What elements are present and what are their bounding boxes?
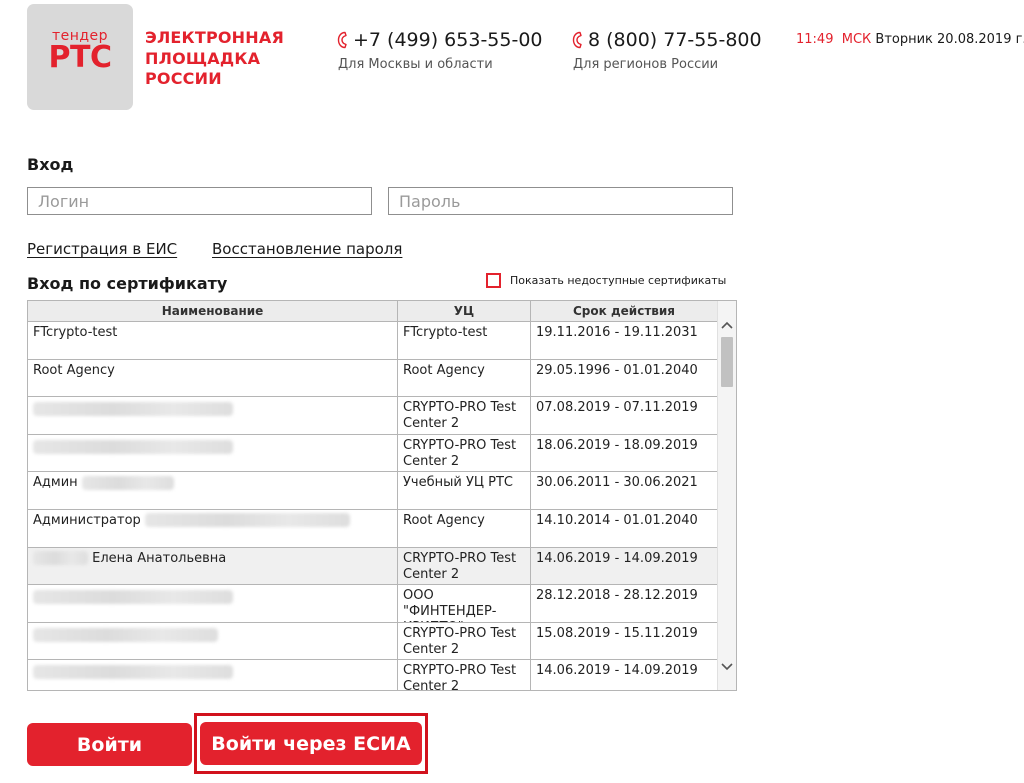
- table-row[interactable]: CRYPTO-PRO Test Center 2 15.08.2019 - 15…: [28, 622, 718, 661]
- cell-name: FTcrypto-test: [28, 322, 398, 359]
- logo-big-text: РТС: [48, 40, 112, 75]
- phone-moscow: +7 (499) 653-55-00 Для Москвы и области: [336, 29, 543, 72]
- name-text: Администратор: [33, 512, 141, 528]
- table-row[interactable]: Админ Учебный УЦ РТС 30.06.2011 - 30.06.…: [28, 472, 718, 510]
- login-button[interactable]: Войти: [27, 723, 192, 766]
- name-text: Админ: [33, 475, 78, 491]
- cell-name: [28, 434, 398, 472]
- register-link[interactable]: Регистрация в ЕИС: [27, 240, 177, 258]
- chevron-up-icon[interactable]: [718, 315, 736, 335]
- brand-line: РОССИИ: [145, 69, 222, 88]
- current-time: 11:49: [796, 32, 834, 47]
- table-scrollbar[interactable]: [717, 301, 736, 690]
- table-row[interactable]: Root Agency Root Agency 29.05.1996 - 01.…: [28, 359, 718, 398]
- cell-name: [28, 660, 398, 690]
- cell-validity: 18.06.2019 - 18.09.2019: [531, 434, 718, 472]
- scrollbar-thumb[interactable]: [721, 337, 733, 387]
- table-row-selected[interactable]: Елена Анатольевна CRYPTO-PRO Test Center…: [28, 547, 718, 586]
- column-header-validity[interactable]: Срок действия: [531, 301, 718, 322]
- logo[interactable]: тендер РТС: [27, 4, 133, 110]
- cell-ca: CRYPTO-PRO Test Center 2: [398, 622, 531, 660]
- certificate-table: Наименование УЦ Срок действия FTcrypto-t…: [27, 300, 737, 691]
- phone-regions: 8 (800) 77-55-800 Для регионов России: [571, 29, 762, 72]
- show-unavailable-label: Показать недоступные сертификаты: [510, 274, 727, 287]
- cell-name: [28, 585, 398, 622]
- login-esia-button[interactable]: Войти через ЕСИА: [200, 722, 422, 765]
- brand-line: ЭЛЕКТРОННАЯ: [145, 28, 284, 47]
- cell-validity: 29.05.1996 - 01.01.2040: [531, 359, 718, 397]
- phone-icon: [572, 31, 582, 49]
- cell-name: Root Agency: [28, 359, 398, 397]
- password-input[interactable]: [388, 187, 733, 215]
- show-unavailable-checkbox[interactable]: [486, 273, 501, 288]
- cell-validity: 28.12.2018 - 28.12.2019: [531, 585, 718, 622]
- login-input[interactable]: [27, 187, 372, 215]
- table-row[interactable]: FTcrypto-test FTcrypto-test 19.11.2016 -…: [28, 322, 718, 360]
- cell-validity: 15.08.2019 - 15.11.2019: [531, 622, 718, 660]
- column-header-ca[interactable]: УЦ: [398, 301, 531, 322]
- redacted-name: [33, 551, 88, 566]
- cell-ca: CRYPTO-PRO Test Center 2: [398, 660, 531, 690]
- redacted-name: [33, 402, 233, 417]
- redacted-name: [33, 627, 218, 642]
- timezone: МСК: [841, 32, 872, 47]
- phone-icon: [337, 31, 347, 49]
- show-unavailable-toggle[interactable]: Показать недоступные сертификаты: [486, 273, 726, 288]
- table-row[interactable]: CRYPTO-PRO Test Center 2 07.08.2019 - 07…: [28, 397, 718, 435]
- datetime: 11:49 МСК Вторник 20.08.2019 г.: [796, 32, 1024, 47]
- redacted-name: [33, 439, 233, 454]
- cell-ca: Root Agency: [398, 509, 531, 547]
- redacted-name: [33, 590, 233, 605]
- table-row[interactable]: ООО "ФИНТЕНДЕР-КРИПТО" 28.12.2018 - 28.1…: [28, 585, 718, 623]
- cell-ca: CRYPTO-PRO Test Center 2: [398, 434, 531, 472]
- table-row[interactable]: CRYPTO-PRO Test Center 2 18.06.2019 - 18…: [28, 434, 718, 473]
- cell-name: Администратор: [28, 509, 398, 547]
- cell-ca: Учебный УЦ РТС: [398, 472, 531, 509]
- cell-name: Елена Анатольевна: [28, 547, 398, 585]
- cell-validity: 14.06.2019 - 14.09.2019: [531, 660, 718, 690]
- phone-number[interactable]: 8 (800) 77-55-800: [588, 29, 762, 51]
- phone-caption: Для Москвы и области: [338, 57, 493, 72]
- cell-ca: CRYPTO-PRO Test Center 2: [398, 547, 531, 585]
- cell-validity: 07.08.2019 - 07.11.2019: [531, 397, 718, 434]
- redacted-name: [33, 665, 233, 680]
- cell-validity: 30.06.2011 - 30.06.2021: [531, 472, 718, 509]
- table-row[interactable]: Администратор Root Agency 14.10.2014 - 0…: [28, 509, 718, 548]
- name-text: Елена Анатольевна: [92, 550, 227, 566]
- cell-name: Админ: [28, 472, 398, 509]
- redacted-name: [144, 513, 350, 528]
- current-date: Вторник 20.08.2019 г.: [875, 32, 1024, 47]
- cell-name: [28, 397, 398, 434]
- name-text: Root Agency: [33, 362, 115, 378]
- brand-name: ЭЛЕКТРОННАЯ ПЛОЩАДКА РОССИИ: [145, 28, 284, 90]
- cell-ca: CRYPTO-PRO Test Center 2: [398, 397, 531, 434]
- cell-name: [28, 622, 398, 660]
- cell-validity: 14.10.2014 - 01.01.2040: [531, 509, 718, 547]
- certificate-login-title: Вход по сертификату: [27, 274, 228, 293]
- table-header: Наименование УЦ Срок действия: [28, 301, 718, 322]
- cell-ca: Root Agency: [398, 359, 531, 397]
- chevron-down-icon[interactable]: [718, 657, 736, 677]
- cell-validity: 14.06.2019 - 14.09.2019: [531, 547, 718, 585]
- phone-caption: Для регионов России: [573, 57, 719, 72]
- table-row[interactable]: CRYPTO-PRO Test Center 2 14.06.2019 - 14…: [28, 660, 718, 690]
- name-text: FTcrypto-test: [33, 325, 118, 340]
- cell-ca: FTcrypto-test: [398, 322, 531, 359]
- cell-validity: 19.11.2016 - 19.11.2031: [531, 322, 718, 359]
- table-body: FTcrypto-test FTcrypto-test 19.11.2016 -…: [28, 322, 718, 690]
- phone-number[interactable]: +7 (499) 653-55-00: [353, 29, 543, 51]
- brand-line: ПЛОЩАДКА: [145, 48, 261, 68]
- column-header-name[interactable]: Наименование: [28, 301, 398, 322]
- cell-ca: ООО "ФИНТЕНДЕР-КРИПТО": [398, 585, 531, 622]
- restore-password-link[interactable]: Восстановление пароля: [212, 240, 402, 258]
- redacted-name: [81, 475, 174, 490]
- login-title: Вход: [27, 155, 74, 174]
